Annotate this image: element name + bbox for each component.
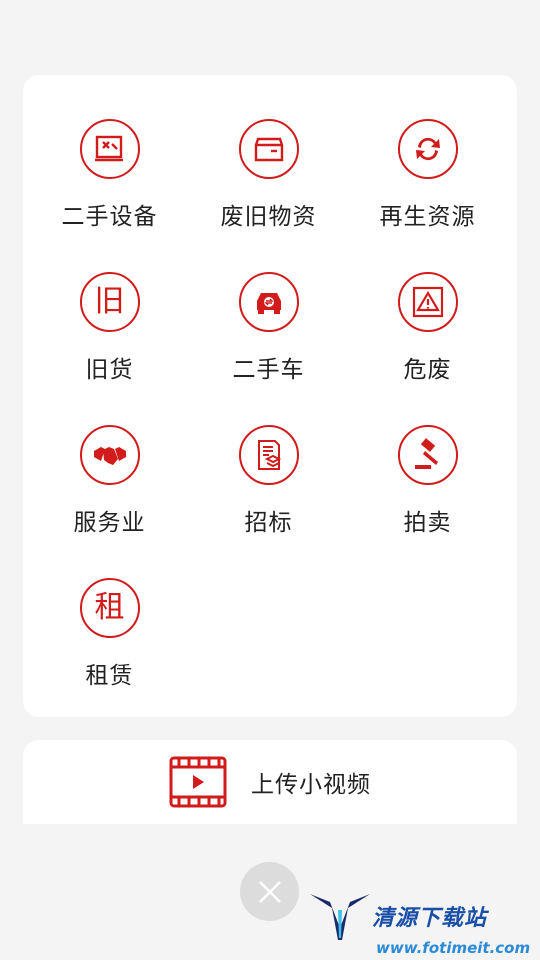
watermark: 清源下载站 www.fotimeit.com — [306, 884, 536, 960]
upload-video-label: 上传小视频 — [251, 772, 371, 798]
category-label: 服务业 — [73, 510, 146, 536]
category-bidding[interactable]: 招标 — [189, 425, 348, 578]
close-icon — [258, 880, 281, 903]
box-icon — [238, 119, 299, 179]
jiu-character-icon: 旧 — [79, 272, 140, 332]
category-label: 二手设备 — [61, 204, 158, 230]
watermark-url: www.fotimeit.com — [376, 939, 531, 957]
category-used-cars[interactable]: 二手车 — [189, 272, 348, 425]
category-grid: 二手设备 废旧物资 再生资源 旧 旧货 二手车 危废 服务业 招标 拍卖 租 租… — [23, 119, 517, 731]
category-renewable-resources[interactable]: 再生资源 — [348, 119, 507, 272]
category-scrap-materials[interactable]: 废旧物资 — [189, 119, 348, 272]
category-label: 旧货 — [85, 357, 134, 383]
upload-video-button[interactable]: 上传小视频 — [23, 740, 517, 824]
category-label: 租赁 — [85, 663, 134, 689]
watermark-title: 清源下载站 — [372, 906, 488, 931]
category-hazardous-waste[interactable]: 危废 — [348, 272, 507, 425]
warning-icon — [397, 272, 458, 332]
video-icon — [169, 756, 227, 808]
category-panel: 二手设备 废旧物资 再生资源 旧 旧货 二手车 危废 服务业 招标 拍卖 租 租… — [23, 75, 517, 717]
category-label: 拍卖 — [403, 510, 452, 536]
category-label: 招标 — [244, 510, 293, 536]
category-label: 二手车 — [232, 357, 305, 383]
icon-glyph: 租 — [94, 590, 125, 625]
handshake-icon — [79, 425, 140, 485]
category-used-equipment[interactable]: 二手设备 — [30, 119, 189, 272]
category-services[interactable]: 服务业 — [30, 425, 189, 578]
recycle-icon — [397, 119, 458, 179]
category-leasing[interactable]: 租 租赁 — [30, 578, 189, 731]
category-label: 再生资源 — [379, 204, 476, 230]
gavel-icon — [397, 425, 458, 485]
document-icon — [238, 425, 299, 485]
category-second-hand-goods[interactable]: 旧 旧货 — [30, 272, 189, 425]
category-auction[interactable]: 拍卖 — [348, 425, 507, 578]
car-icon — [238, 272, 299, 332]
watermark-logo-icon — [310, 894, 370, 940]
icon-glyph: 旧 — [94, 284, 125, 319]
category-label: 危废 — [403, 357, 452, 383]
category-label: 废旧物资 — [220, 204, 317, 230]
zu-character-icon: 租 — [79, 578, 140, 638]
equipment-icon — [79, 119, 140, 179]
close-button[interactable] — [240, 862, 299, 921]
